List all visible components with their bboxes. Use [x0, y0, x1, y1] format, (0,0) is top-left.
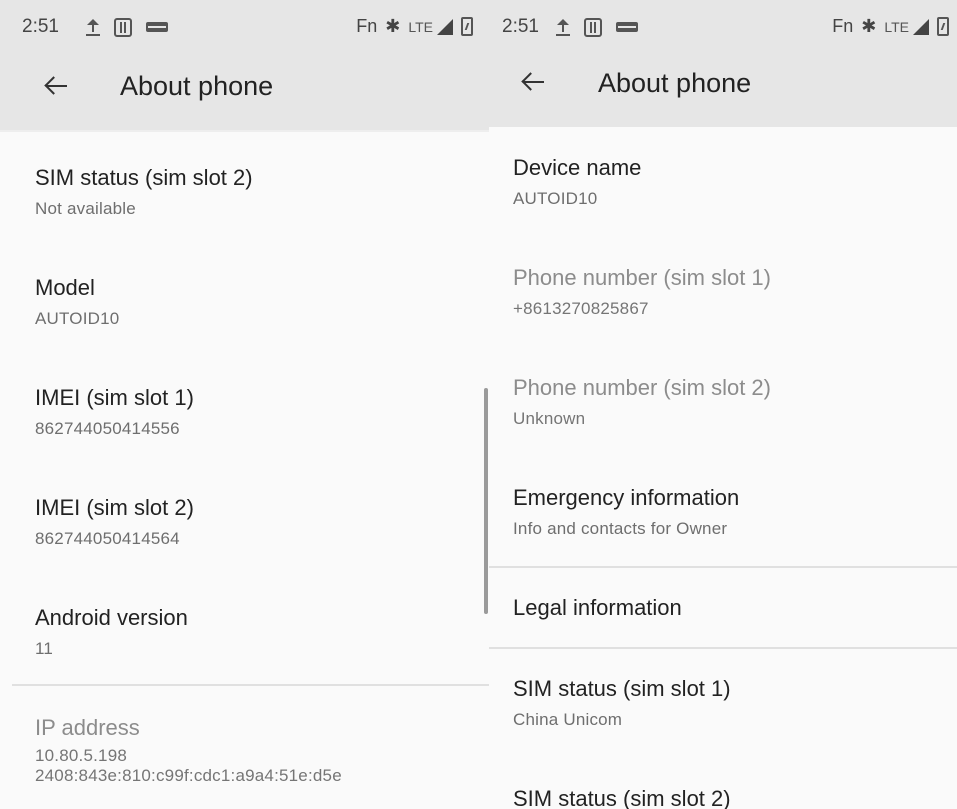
- sim-status-slot2-item[interactable]: SIM status (sim slot 2): [489, 776, 957, 809]
- item-title: Emergency information: [513, 485, 740, 510]
- status-time: 2:51: [22, 16, 59, 37]
- sim-status-slot2-item[interactable]: SIM status (sim slot 2) Not available: [0, 155, 489, 235]
- ip-address-item: IP address 10.80.5.198 2408:843e:810:c99…: [0, 705, 489, 809]
- android-version-item[interactable]: Android version 11: [0, 595, 489, 675]
- fn-indicator: Fn: [356, 16, 378, 36]
- phone-number-slot2-item: Phone number (sim slot 2) Unknown: [489, 365, 957, 445]
- item-summary: +8613270825867: [513, 299, 649, 318]
- item-summary: AUTOID10: [35, 309, 120, 328]
- legal-information-item[interactable]: Legal information: [489, 570, 957, 646]
- upload-icon: [556, 17, 570, 37]
- sd-card-icon: [114, 17, 132, 37]
- item-title: IP address: [35, 715, 140, 740]
- item-title: IMEI (sim slot 1): [35, 385, 194, 410]
- imei-slot1-item[interactable]: IMEI (sim slot 1) 862744050414556: [0, 375, 489, 455]
- signal-icon: [913, 18, 929, 35]
- item-summary: 10.80.5.198: [35, 746, 128, 765]
- back-arrow-icon[interactable]: [44, 74, 68, 98]
- toolbar: About phone: [0, 68, 489, 108]
- bluetooth-icon: ✱: [861, 16, 877, 37]
- volte-icon: [616, 22, 638, 32]
- item-summary: China Unicom: [513, 710, 623, 729]
- divider: [489, 647, 957, 649]
- item-title: Phone number (sim slot 1): [513, 265, 771, 290]
- volte-icon: [146, 22, 168, 32]
- item-summary: Info and contacts for Owner: [513, 519, 728, 538]
- emergency-information-item[interactable]: Emergency information Info and contacts …: [489, 475, 957, 555]
- back-arrow-icon[interactable]: [521, 70, 545, 94]
- item-summary: 862744050414564: [35, 529, 180, 548]
- bluetooth-icon: ✱: [385, 16, 401, 37]
- toolbar: About phone: [489, 68, 957, 108]
- item-summary: 862744050414556: [35, 419, 180, 438]
- scrollbar[interactable]: [484, 388, 488, 614]
- item-title: SIM status (sim slot 2): [513, 786, 731, 809]
- item-title: Model: [35, 275, 95, 300]
- status-time: 2:51: [502, 16, 539, 37]
- item-title: Android version: [35, 605, 188, 630]
- device-name-item[interactable]: Device name AUTOID10: [489, 145, 957, 225]
- battery-charging-icon: [937, 17, 949, 36]
- network-type-label: LTE: [408, 18, 433, 35]
- page-title: About phone: [598, 68, 752, 98]
- item-summary: 11: [35, 639, 54, 658]
- signal-icon: [437, 18, 453, 35]
- item-title: Legal information: [513, 595, 682, 620]
- item-title: IMEI (sim slot 2): [35, 495, 194, 520]
- upload-icon: [86, 17, 100, 37]
- item-summary: Unknown: [513, 409, 586, 428]
- item-title: SIM status (sim slot 2): [35, 165, 253, 190]
- divider: [12, 684, 489, 686]
- item-summary: AUTOID10: [513, 189, 598, 208]
- app-bar: 2:51 Fn ✱ LTE About phone: [0, 0, 489, 132]
- left-screen: 2:51 Fn ✱ LTE About phone SIM status (si…: [0, 0, 489, 809]
- page-title: About phone: [120, 71, 274, 101]
- item-title: SIM status (sim slot 1): [513, 676, 731, 701]
- status-bar: 2:51 Fn ✱ LTE: [22, 16, 481, 42]
- model-item[interactable]: Model AUTOID10: [0, 265, 489, 345]
- right-screen: 2:51 Fn ✱ LTE About phone Device name AU…: [489, 0, 957, 809]
- imei-slot2-item[interactable]: IMEI (sim slot 2) 862744050414564: [0, 485, 489, 565]
- battery-charging-icon: [461, 17, 473, 36]
- app-bar: 2:51 Fn ✱ LTE About phone: [489, 0, 957, 127]
- sim-status-slot1-item[interactable]: SIM status (sim slot 1) China Unicom: [489, 666, 957, 746]
- status-bar: 2:51 Fn ✱ LTE: [502, 16, 949, 42]
- network-type-label: LTE: [884, 18, 909, 35]
- divider: [489, 566, 957, 568]
- item-summary-secondary: 2408:843e:810:c99f:cdc1:a9a4:51e:d5e: [35, 766, 342, 785]
- fn-indicator: Fn: [832, 16, 854, 36]
- item-summary: Not available: [35, 199, 136, 218]
- item-title: Phone number (sim slot 2): [513, 375, 771, 400]
- phone-number-slot1-item: Phone number (sim slot 1) +8613270825867: [489, 255, 957, 335]
- sd-card-icon: [584, 17, 602, 37]
- item-title: Device name: [513, 155, 642, 180]
